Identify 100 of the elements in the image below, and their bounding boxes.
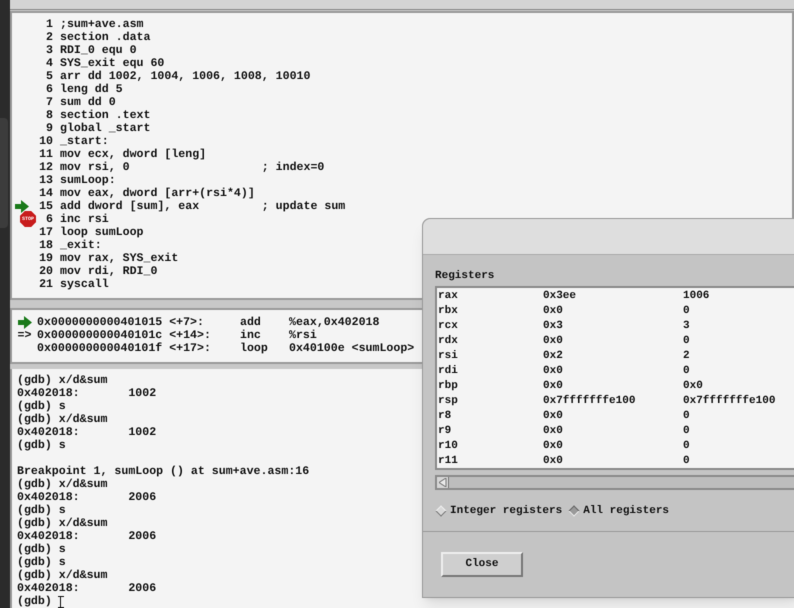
register-name: rdx bbox=[438, 334, 459, 348]
register-raw-value: 0x0 bbox=[543, 408, 564, 424]
code-line: arr dd 1002, 1004, 1006, 1008, 10010 bbox=[60, 70, 310, 83]
register-natural-value: 0 bbox=[683, 438, 690, 454]
line-number: 1 bbox=[46, 18, 53, 31]
register-natural-value: 3 bbox=[683, 318, 690, 334]
line-number: 21 bbox=[39, 278, 53, 291]
register-name: r11 bbox=[438, 454, 459, 468]
code-line: sum dd 0 bbox=[60, 96, 116, 109]
code-line: _start: bbox=[60, 134, 109, 148]
register-natural-value: 2 bbox=[683, 348, 690, 364]
console-line: (gdb) x/d&sum bbox=[17, 478, 108, 491]
line-number: 11 bbox=[39, 148, 53, 161]
instruction-operands: 0x40100e <sumLoop> bbox=[289, 342, 414, 356]
line-number: 13 bbox=[39, 174, 53, 187]
line-number: 5 bbox=[46, 70, 53, 83]
scroll-left-arrow-icon[interactable] bbox=[437, 476, 449, 488]
close-button[interactable]: Close bbox=[441, 552, 523, 577]
code-line: ;sum+ave.asm bbox=[60, 18, 144, 31]
current-line-marker: => bbox=[18, 329, 32, 342]
line-number: 7 bbox=[46, 96, 53, 109]
instruction-address: 0x0000000000401015 <+7>: bbox=[37, 316, 205, 330]
register-raw-value: 0x0 bbox=[543, 304, 564, 318]
register-name: r9 bbox=[438, 424, 452, 438]
register-raw-value: 0x0 bbox=[543, 438, 564, 454]
line-number: 9 bbox=[46, 122, 53, 135]
code-line: loop sumLoop bbox=[60, 226, 144, 239]
register-raw-value: 0x0 bbox=[543, 334, 564, 348]
horizontal-scrollbar[interactable] bbox=[435, 474, 794, 490]
register-filter-option[interactable]: Integer registers bbox=[437, 502, 562, 519]
register-raw-value: 0x3ee bbox=[543, 288, 578, 304]
code-line: inc rsi bbox=[60, 212, 109, 226]
code-line: mov ecx, dword [leng] bbox=[60, 148, 206, 161]
register-name: rsi bbox=[438, 348, 459, 364]
code-line: syscall bbox=[60, 278, 109, 291]
line-number: 6 bbox=[46, 82, 53, 96]
register-natural-value: 0 bbox=[683, 424, 690, 438]
register-natural-value: 0 bbox=[683, 334, 690, 348]
instruction-mnemonic: loop bbox=[240, 342, 269, 356]
console-line: (gdb) s bbox=[17, 543, 66, 556]
code-line: RDI_0 equ 0 bbox=[60, 44, 137, 57]
register-raw-value: 0x0 bbox=[543, 378, 564, 394]
line-number: 3 bbox=[46, 44, 53, 57]
code-line: _exit: bbox=[60, 238, 102, 252]
line-number: 20 bbox=[39, 264, 53, 278]
register-natural-value: 0 bbox=[683, 304, 690, 318]
register-raw-value: 0x2 bbox=[543, 348, 564, 364]
console-line: (gdb) x/d&sum bbox=[17, 374, 108, 387]
console-line: (gdb) bbox=[17, 595, 53, 608]
register-name: rcx bbox=[438, 318, 459, 334]
line-number: 18 bbox=[39, 238, 53, 252]
register-raw-value: 0x7fffffffe100 bbox=[543, 394, 636, 408]
code-line: global _start bbox=[60, 122, 150, 135]
code-line: SYS_exit equ 60 bbox=[60, 56, 164, 70]
register-natural-value: 0 bbox=[683, 364, 690, 378]
register-name: rbx bbox=[438, 304, 459, 318]
register-raw-value: 0x0 bbox=[543, 424, 564, 438]
console-line: (gdb) s bbox=[17, 439, 66, 452]
line-number: 12 bbox=[39, 160, 53, 174]
console-line: 0x402018: 1002 bbox=[17, 426, 156, 439]
code-line: section .data bbox=[60, 30, 150, 44]
text-cursor-icon bbox=[60, 596, 65, 608]
register-raw-value: 0x3 bbox=[543, 318, 564, 334]
console-line: 0x402018: 2006 bbox=[17, 582, 156, 595]
register-natural-value: 0 bbox=[683, 408, 690, 424]
register-filter-option[interactable]: All registers bbox=[570, 502, 670, 519]
register-name: r10 bbox=[438, 438, 459, 454]
console-line: (gdb) s bbox=[17, 400, 66, 413]
line-number: 14 bbox=[39, 186, 53, 200]
console-line: (gdb) s bbox=[17, 504, 66, 517]
console-line: (gdb) x/d&sum bbox=[17, 569, 108, 582]
register-name: rdi bbox=[438, 364, 459, 378]
register-raw-value: 0x0 bbox=[543, 454, 564, 468]
register-name: rax bbox=[438, 288, 459, 304]
register-natural-value: 1006 bbox=[683, 288, 710, 304]
instruction-mnemonic: add bbox=[240, 316, 262, 330]
code-line: add dword [sum], eax ; update sum bbox=[60, 200, 346, 213]
line-number: 6 bbox=[46, 212, 53, 226]
line-number: 10 bbox=[39, 134, 53, 148]
code-line: section .text bbox=[60, 108, 150, 122]
register-natural-value: 0x7fffffffe100 bbox=[683, 394, 776, 408]
register-name: r8 bbox=[438, 408, 452, 424]
line-number: 4 bbox=[46, 56, 53, 70]
code-line: mov rdi, RDI_0 bbox=[60, 264, 158, 278]
register-natural-value: 0 bbox=[683, 454, 690, 468]
register-name: rbp bbox=[438, 378, 459, 394]
register-raw-value: 0x0 bbox=[543, 364, 564, 378]
line-number: 17 bbox=[39, 226, 53, 239]
instruction-address: 0x000000000040101c <+14>: bbox=[37, 329, 212, 342]
dialog-heading: Registers bbox=[434, 269, 496, 284]
instruction-address: 0x000000000040101f <+17>: bbox=[37, 342, 212, 356]
console-line: 0x402018: 1002 bbox=[17, 387, 156, 400]
register-natural-value: 0x0 bbox=[683, 378, 703, 394]
code-line: mov eax, dword [arr+(rsi*4)] bbox=[60, 186, 255, 200]
console-line: (gdb) x/d&sum bbox=[17, 517, 108, 530]
code-line: mov rax, SYS_exit bbox=[60, 252, 178, 265]
console-line: (gdb) x/d&sum bbox=[17, 413, 108, 426]
code-line: leng dd 5 bbox=[60, 82, 123, 96]
console-line: 0x402018: 2006 bbox=[17, 530, 156, 543]
line-number: 8 bbox=[46, 108, 53, 122]
